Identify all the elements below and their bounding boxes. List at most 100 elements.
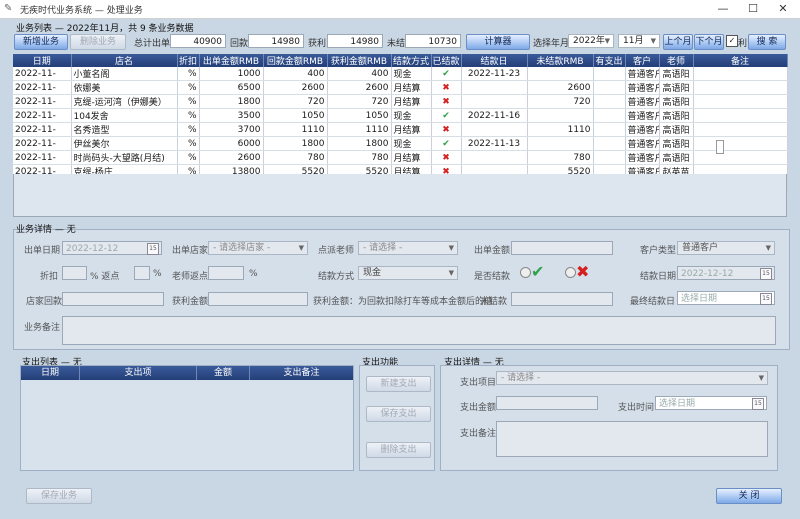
profit-label: 获利 (308, 39, 327, 49)
table-row[interactable]: 2022-11- 时尚码头-大望路(月结)% 2600 780 780 月结算 ✖ 780 普通… (13, 150, 788, 165)
profit-checkbox[interactable]: ✓ (726, 35, 738, 47)
cell-date: 2022-11- (13, 67, 72, 81)
cross-icon: ✖ (442, 124, 450, 135)
column-header[interactable]: 备注 (693, 54, 788, 67)
table-row[interactable]: 2022-11- 104发舍% 3500 1050 1050 现金 ✔ 2022-11-16 普… (13, 108, 788, 123)
column-header[interactable]: 折扣 (177, 54, 200, 67)
maximize-button[interactable]: ☐ (738, 1, 768, 17)
cell-teacher: 高语阳 (659, 136, 694, 151)
search-button[interactable]: 搜 索 (748, 34, 786, 50)
calendar-icon[interactable]: 15 (752, 398, 764, 410)
table-row[interactable]: 2022-11- 伊丝美尔% 6000 1800 1800 现金 ✔ 2022-11-13 普通… (13, 136, 788, 151)
check-icon: ✔ (442, 110, 450, 121)
delete-business-button[interactable]: 删除业务 (70, 34, 126, 50)
disc-field[interactable] (62, 266, 87, 280)
table-row[interactable]: 2022-11-依娜美%650026002600月结算✖2600普通客户高语阳 (13, 80, 788, 95)
column-header[interactable]: 老师 (659, 54, 694, 67)
close-button[interactable]: 关 闭 (716, 488, 782, 504)
shop-select[interactable]: - 请选择店家 - ▼ (208, 241, 308, 255)
shop-label: 出单店家 (172, 246, 209, 256)
delete-expense-button[interactable]: 删除支出 (366, 442, 431, 458)
next-month-button[interactable]: 下个月 (694, 34, 724, 50)
new-expense-button[interactable]: 新建支出 (366, 376, 431, 392)
final-date-field[interactable]: 选择日期 15 (677, 291, 775, 305)
cell-pay: 现金 (391, 108, 432, 123)
pay-label: 结款方式 (318, 272, 355, 282)
cell-remark (693, 122, 788, 137)
expense-time-field[interactable]: 选择日期 15 (655, 396, 767, 410)
calendar-icon[interactable]: 15 (760, 268, 772, 280)
expense-item-select[interactable]: - 请选择 - ▼ (496, 371, 768, 385)
cell-settled: ✖ (431, 122, 462, 137)
add-business-button[interactable]: 新增业务 (14, 34, 68, 50)
save-business-button[interactable]: 保存业务 (26, 488, 92, 504)
pay-select[interactable]: 现金 ▼ (358, 266, 458, 280)
column-header[interactable]: 回款金额RMB (263, 54, 328, 67)
unsettled-amount-field[interactable] (511, 292, 613, 306)
cust-type-label: 客户类型 (640, 246, 677, 256)
teacher-pt-field[interactable] (208, 266, 244, 280)
column-header[interactable]: 获利金额RMB (327, 54, 392, 67)
pct2-label: % (249, 269, 258, 279)
column-header[interactable]: 未结款RMB (527, 54, 594, 67)
calculator-button[interactable]: 计算器 (466, 34, 530, 50)
cell-uns: 780 (527, 150, 594, 165)
expense-list-table: 日期 支出项 金额 支出备注 (20, 365, 354, 471)
order-date-field[interactable]: 2022-12-12 15 (62, 241, 162, 255)
column-header[interactable]: 结款日 (461, 54, 528, 67)
cell-pay: 现金 (391, 136, 432, 151)
prev-month-button[interactable]: 上个月 (663, 34, 693, 50)
expense-remark-textarea[interactable] (496, 421, 768, 457)
column-header[interactable]: 结款方式 (391, 54, 432, 67)
settled-yes-radio[interactable] (520, 267, 531, 278)
total-out-field[interactable]: 40900 (170, 34, 226, 48)
cell-remark (693, 94, 788, 109)
cell-sday (461, 122, 528, 137)
column-header[interactable]: 出单金额RMB (199, 54, 264, 67)
column-header[interactable]: 客户 (625, 54, 660, 67)
teacher-select[interactable]: - 请选择 - ▼ (358, 241, 458, 255)
cust-type-value: 普通客户 (682, 243, 719, 253)
cell-ret: 1800 (263, 136, 328, 151)
shop-ret-field[interactable] (62, 292, 164, 306)
table-row[interactable]: 2022-11- 克缇-运河湾（伊娜美）% 1800 720 720 月结算 ✖ 720 普通客… (13, 94, 788, 109)
column-header[interactable]: 店名 (71, 54, 178, 67)
check-icon: ✔ (531, 262, 545, 281)
minimize-button[interactable]: — (708, 1, 738, 17)
unsettled-field[interactable]: 10730 (405, 34, 461, 48)
cell-cust: 普通客户 (625, 94, 660, 109)
profit-field[interactable]: 14980 (327, 34, 383, 48)
cross-icon: ✖ (576, 262, 590, 281)
table-row[interactable]: 2022-11-小董名阁%1000400400现金✔2022-11-23普通客户… (13, 67, 788, 81)
cell-sday (461, 150, 528, 165)
settled-no-radio[interactable] (565, 267, 576, 278)
column-header[interactable]: 有支出 (593, 54, 626, 67)
check-icon: ✔ (442, 68, 450, 79)
cell-exp (593, 122, 626, 137)
close-window-button[interactable]: ✕ (768, 1, 798, 17)
cell-ret: 1110 (263, 122, 328, 137)
calendar-icon[interactable]: 15 (760, 293, 772, 305)
table-row[interactable]: 2022-11-名秀造型%370011101110月结算✖1110普通客户高语阳 (13, 122, 788, 137)
teacher-pt-label: 老师返点 (172, 272, 209, 282)
cell-ret: 2600 (263, 80, 328, 95)
cell-teacher: 高语阳 (659, 122, 694, 137)
calendar-icon[interactable]: 15 (147, 243, 159, 255)
column-header[interactable]: 日期 (13, 54, 72, 67)
amount-field[interactable] (511, 241, 613, 255)
profit-amount-field[interactable] (208, 292, 308, 306)
save-expense-button[interactable]: 保存支出 (366, 406, 431, 422)
month-select[interactable]: 11月 ▼ (618, 34, 660, 48)
cust-type-select[interactable]: 普通客户 ▼ (677, 241, 775, 255)
cell-exp (593, 80, 626, 95)
cell-cust: 普通客户 (625, 80, 660, 95)
remark-textarea[interactable] (62, 316, 776, 345)
cell-out: 1800 (199, 94, 264, 109)
column-header[interactable]: 已结款 (431, 54, 462, 67)
chevron-down-icon: ▼ (765, 244, 771, 252)
refund-field[interactable]: 14980 (248, 34, 304, 48)
settle-date-field[interactable]: 2022-12-12 15 (677, 266, 775, 280)
ret-pct-field[interactable] (134, 266, 150, 280)
year-select[interactable]: 2022年 ▼ (568, 34, 614, 48)
expense-amount-field[interactable] (496, 396, 598, 410)
